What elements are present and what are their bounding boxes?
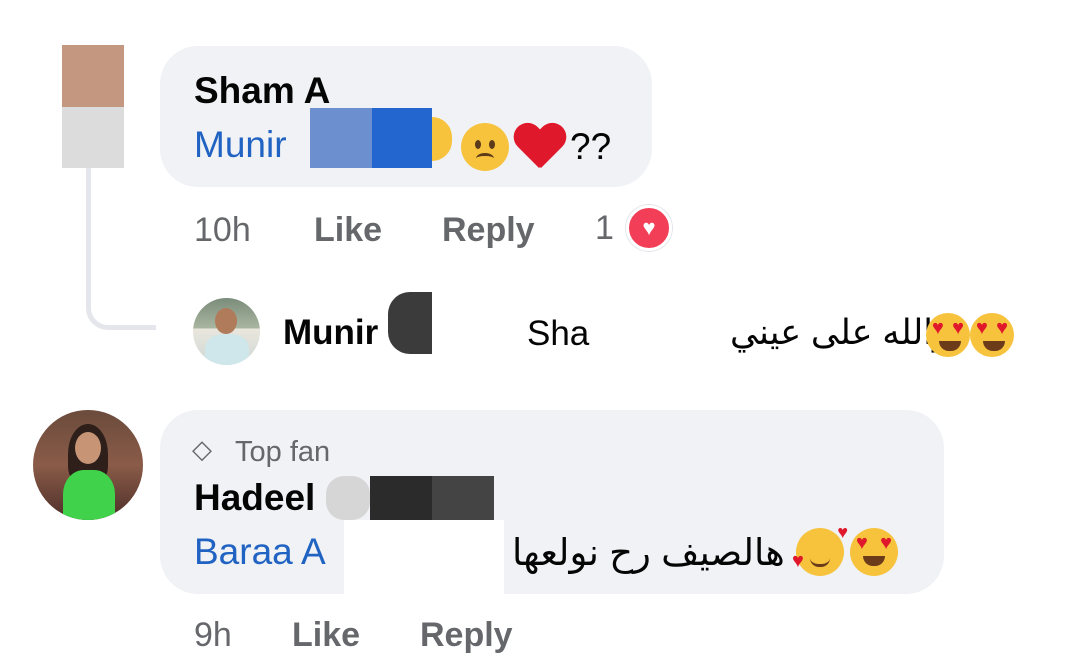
- diamond-icon: ◇: [192, 434, 212, 464]
- comment-mention[interactable]: Munir: [194, 124, 287, 166]
- redacted-region: [326, 476, 370, 520]
- comment-timestamp[interactable]: 10h: [194, 211, 251, 250]
- reply-button[interactable]: Reply: [442, 211, 535, 250]
- comment-timestamp[interactable]: 9h: [194, 616, 232, 655]
- heart-eyes-emoji: [850, 528, 898, 576]
- reply-button[interactable]: Reply: [420, 616, 513, 655]
- like-button[interactable]: Like: [292, 616, 360, 655]
- red-heart-emoji: [513, 124, 565, 170]
- reply-author[interactable]: Munir: [283, 313, 378, 353]
- comment-author[interactable]: Sham A: [194, 70, 330, 112]
- smiling-hearts-emoji: [792, 522, 848, 576]
- reaction-count[interactable]: 1: [595, 209, 614, 248]
- sad-face-emoji: [461, 123, 509, 171]
- redacted-region: [372, 108, 432, 168]
- redacted-region: [590, 300, 715, 360]
- comment-author[interactable]: Hadeel: [194, 477, 315, 519]
- redacted-region: [310, 108, 372, 168]
- heart-eyes-emoji: [926, 313, 970, 357]
- comment-mention[interactable]: Baraa A: [194, 531, 326, 573]
- avatar[interactable]: [62, 45, 124, 168]
- heart-eyes-emoji: [970, 313, 1014, 357]
- redacted-region: [344, 520, 504, 600]
- thread-connector-line: [86, 150, 156, 330]
- comment-text: ??: [570, 126, 612, 167]
- redacted-region: [388, 292, 432, 354]
- reply-text: والله على عيني: [730, 313, 950, 352]
- top-fan-badge: Top fan: [235, 436, 331, 468]
- like-button[interactable]: Like: [314, 211, 382, 250]
- avatar[interactable]: [193, 298, 260, 365]
- avatar[interactable]: [33, 410, 143, 520]
- heart-icon[interactable]: ♥: [626, 205, 672, 251]
- comment-text: هالصيف رح نولعها: [512, 532, 785, 573]
